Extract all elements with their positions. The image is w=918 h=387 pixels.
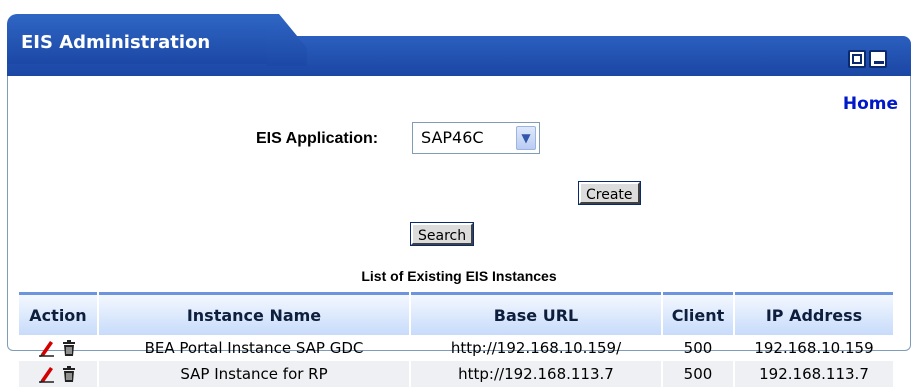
column-header-action: Action	[19, 292, 97, 335]
pencil-edit-icon[interactable]	[38, 339, 56, 358]
eis-application-select[interactable]: SAP46C ▼	[412, 122, 540, 154]
trash-icon[interactable]	[60, 365, 78, 383]
portlet-body: Home EIS Application: SAP46C ▼ Create Se…	[7, 76, 911, 387]
list-title: List of Existing EIS Instances	[361, 268, 557, 284]
instance-name-cell[interactable]: BEA Portal Instance SAP GDC	[99, 335, 409, 361]
column-header-instance-name: Instance Name	[99, 292, 409, 335]
minimize-icon[interactable]	[869, 50, 887, 68]
search-button[interactable]: Search	[409, 222, 475, 246]
table-header-row: Action Instance Name Base URL Client IP …	[19, 292, 893, 335]
column-header-base-url: Base URL	[411, 292, 661, 335]
home-link[interactable]: Home	[843, 94, 898, 114]
maximize-icon[interactable]	[848, 50, 866, 68]
eis-application-label: EIS Application:	[256, 130, 379, 147]
base-url-cell: http://192.168.10.159/	[450, 339, 622, 357]
create-button[interactable]: Create	[578, 181, 641, 205]
pencil-edit-icon[interactable]	[38, 365, 56, 384]
action-cell	[19, 335, 97, 361]
client-cell: 500	[683, 339, 713, 357]
eis-admin-portlet: EIS Administration Home EIS Application:…	[7, 14, 911, 387]
trash-icon[interactable]	[60, 339, 78, 357]
column-header-client: Client	[663, 292, 733, 335]
portlet-title: EIS Administration	[21, 32, 211, 53]
table-row: BEA Portal Instance SAP GDC http://192.1…	[19, 335, 893, 361]
eis-application-value: SAP46C	[421, 128, 484, 147]
instances-table: Action Instance Name Base URL Client IP …	[17, 292, 895, 387]
column-header-ip-address: IP Address	[735, 292, 893, 335]
chevron-down-icon[interactable]: ▼	[516, 126, 536, 150]
ip-address-cell: 192.168.10.159	[754, 339, 874, 357]
